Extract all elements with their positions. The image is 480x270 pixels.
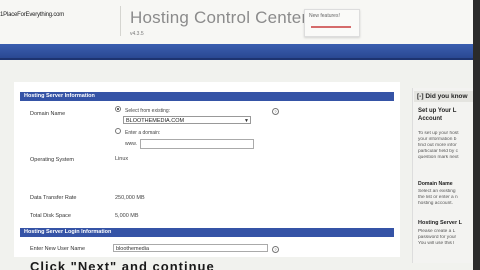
new-features-link[interactable] xyxy=(311,26,351,28)
version-label: v4.3.5 xyxy=(130,31,144,37)
transfer-rate-value: 250,000 MB xyxy=(115,195,145,201)
username-value: bloothemedia xyxy=(116,246,150,252)
help-panel-header: [-] Did you know xyxy=(414,91,473,102)
help-heading-setup-2: Account xyxy=(418,116,442,122)
username-label: Enter New User Name xyxy=(30,246,86,252)
radio-select-existing[interactable] xyxy=(115,106,121,112)
header-divider xyxy=(120,6,121,36)
site-logo[interactable]: 1PlaceForEverything.com xyxy=(0,12,120,18)
radio-enter-domain-label: Enter a domain: xyxy=(125,130,161,136)
domain-select[interactable]: BLOOTHEMEDIA.COM ▼ xyxy=(123,116,251,124)
help-heading-setup: Set up Your L xyxy=(418,108,457,114)
domain-input[interactable] xyxy=(140,139,254,149)
os-label: Operating System xyxy=(30,157,75,163)
help-line: You will use this l xyxy=(418,241,455,246)
help-heading-login: Hosting Server L xyxy=(418,220,463,226)
video-caption: Click "Next" and continue xyxy=(30,259,215,270)
help-line: hosting account. xyxy=(418,201,453,206)
domain-select-value: BLOOTHEMEDIA.COM xyxy=(126,118,185,124)
window-edge xyxy=(473,0,480,270)
disk-space-label: Total Disk Space xyxy=(30,213,71,219)
radio-enter-domain[interactable] xyxy=(115,128,121,134)
nav-bar xyxy=(0,44,480,58)
new-features-text: New features! xyxy=(309,13,340,19)
chevron-down-icon: ▼ xyxy=(244,118,249,124)
domain-name-label: Domain Name xyxy=(30,111,66,117)
section-login-info-header: Hosting Server Login Information xyxy=(20,228,394,237)
www-prefix: www. xyxy=(125,141,137,147)
page-title: Hosting Control Center xyxy=(130,8,308,27)
username-input[interactable]: bloothemedia xyxy=(113,244,268,252)
help-heading-domain: Domain Name xyxy=(418,181,453,187)
help-icon[interactable]: ? xyxy=(272,108,279,115)
help-icon-username[interactable]: ? xyxy=(272,246,279,253)
help-header-text: Did you know xyxy=(425,93,468,100)
help-line: question mark next xyxy=(418,155,459,160)
disk-space-value: 5,000 MB xyxy=(115,213,139,219)
os-value: Linux xyxy=(115,156,129,162)
new-features-badge[interactable]: New features! xyxy=(304,9,360,37)
transfer-rate-label: Data Transfer Rate xyxy=(30,195,77,201)
nav-bar-shadow xyxy=(0,58,480,60)
section-server-info-header: Hosting Server Information xyxy=(20,92,394,101)
radio-select-existing-label: Select from existing: xyxy=(125,108,171,114)
